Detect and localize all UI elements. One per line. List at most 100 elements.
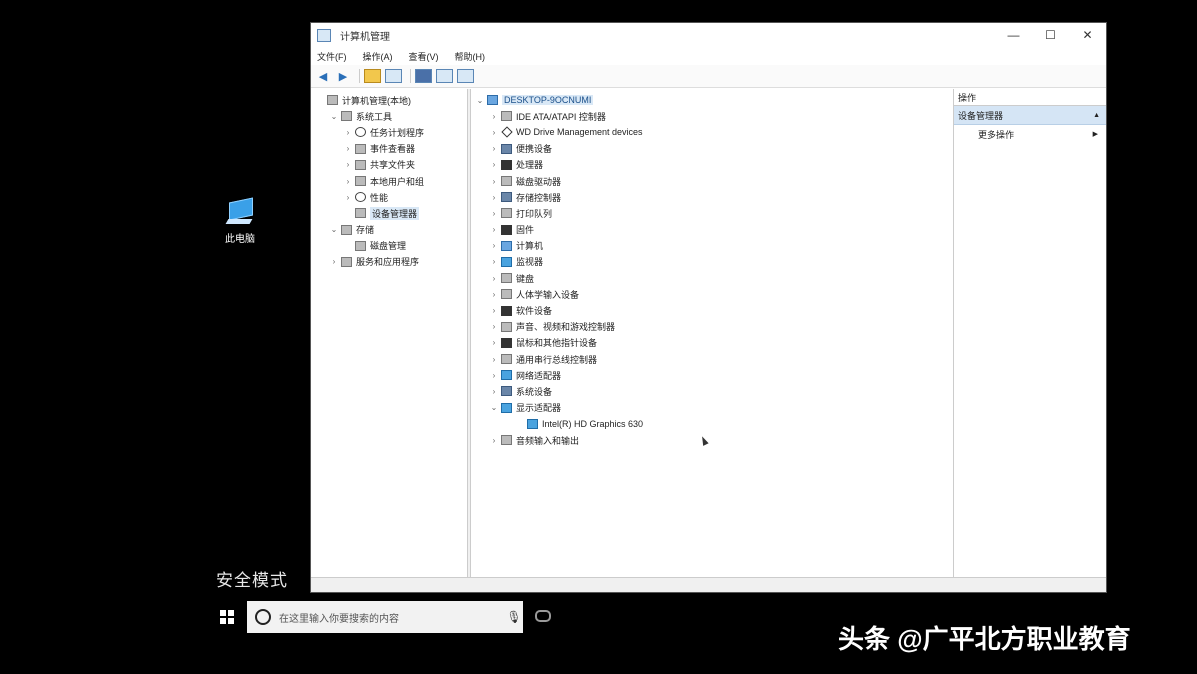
monitor-icon[interactable] xyxy=(457,69,474,83)
device-category[interactable]: › 通用串行总线控制器 xyxy=(471,351,953,367)
chevron-right-icon[interactable]: › xyxy=(489,387,499,396)
up-folder-icon[interactable] xyxy=(364,69,381,83)
chevron-right-icon[interactable]: › xyxy=(343,177,353,186)
chevron-right-icon[interactable]: › xyxy=(489,128,499,137)
task-view-icon[interactable] xyxy=(535,610,551,622)
menu-item[interactable]: 帮助(H) xyxy=(455,50,486,63)
chevron-right-icon[interactable]: › xyxy=(329,257,339,266)
device-root[interactable]: ⌄ DESKTOP-9OCNUMI xyxy=(471,92,953,108)
forward-arrow-icon[interactable]: ▶ xyxy=(335,69,351,83)
actions-section[interactable]: 设备管理器 ▲ xyxy=(954,106,1106,125)
console-tree-label: 性能 xyxy=(370,192,389,203)
chevron-right-icon[interactable]: › xyxy=(343,193,353,202)
chevron-right-icon[interactable]: › xyxy=(489,112,499,121)
chevron-right-icon[interactable]: › xyxy=(489,371,499,380)
device-category[interactable]: ⌄ 显示适配器 xyxy=(471,400,953,416)
chevron-right-icon[interactable]: › xyxy=(489,290,499,299)
properties-icon[interactable] xyxy=(436,69,453,83)
device-category[interactable]: › WD Drive Management devices xyxy=(471,124,953,140)
help-icon[interactable] xyxy=(415,69,432,83)
console-tree-label: 磁盘管理 xyxy=(370,241,407,252)
device-category[interactable]: › 便携设备 xyxy=(471,141,953,157)
chevron-down-icon[interactable]: ⌄ xyxy=(489,403,499,412)
collapse-caret-icon[interactable]: ▲ xyxy=(1093,112,1100,119)
device-category[interactable]: › 系统设备 xyxy=(471,383,953,399)
console-tree-item[interactable]: › 任务计划程序 xyxy=(311,124,467,140)
minimize-button[interactable]: — xyxy=(995,23,1032,47)
microphone-icon[interactable]: 🎙 xyxy=(505,610,523,624)
device-category[interactable]: › 人体学输入设备 xyxy=(471,286,953,302)
chevron-right-icon[interactable]: › xyxy=(343,144,353,153)
device-category[interactable]: › 软件设备 xyxy=(471,302,953,318)
chevron-right-icon[interactable]: › xyxy=(489,355,499,364)
chevron-right-icon[interactable]: › xyxy=(489,306,499,315)
device-category[interactable]: › 音频输入和输出 xyxy=(471,432,953,448)
console-tree-item[interactable]: › 服务和应用程序 xyxy=(311,254,467,270)
taskbar-search-box[interactable]: 在这里输入你要搜索的内容 🎙 xyxy=(247,601,523,633)
chevron-right-icon[interactable]: › xyxy=(489,436,499,445)
show-hide-tree-icon[interactable] xyxy=(385,69,402,83)
menu-item[interactable]: 查看(V) xyxy=(409,50,439,63)
chevron-right-icon[interactable]: › xyxy=(489,241,499,250)
device-category[interactable]: › 鼠标和其他指针设备 xyxy=(471,335,953,351)
this-pc-desktop-icon[interactable]: 此电脑 xyxy=(220,197,260,245)
device-category[interactable]: › IDE ATA/ATAPI 控制器 xyxy=(471,108,953,124)
chevron-down-icon[interactable]: ⌄ xyxy=(329,225,339,234)
console-tree-item[interactable]: › 性能 xyxy=(311,189,467,205)
device-category[interactable]: › 存储控制器 xyxy=(471,189,953,205)
chevron-down-icon[interactable]: ⌄ xyxy=(329,112,339,121)
device-category[interactable]: › 处理器 xyxy=(471,157,953,173)
device-tree: ⌄ DESKTOP-9OCNUMI › IDE ATA/ATAPI 控制器 › WD … xyxy=(471,89,954,578)
device-category[interactable]: › 固件 xyxy=(471,222,953,238)
device-label: 音频输入和输出 xyxy=(516,435,580,446)
console-tree-item[interactable]: 磁盘管理 xyxy=(311,238,467,254)
chevron-right-icon[interactable]: › xyxy=(489,274,499,283)
tree-node-icon xyxy=(355,192,366,203)
maximize-button[interactable]: ☐ xyxy=(1032,23,1069,47)
chevron-right-icon[interactable]: › xyxy=(489,257,499,266)
more-actions[interactable]: 更多操作 ▶ xyxy=(954,125,1106,143)
console-tree-item[interactable]: ⌄ 系统工具 xyxy=(311,108,467,124)
menu-item[interactable]: 文件(F) xyxy=(317,50,347,63)
chevron-right-icon[interactable]: › xyxy=(489,177,499,186)
title-bar[interactable]: 计算机管理 — ☐ ✕ xyxy=(311,23,1106,47)
device-icon xyxy=(501,354,512,365)
windows-start-icon[interactable] xyxy=(220,610,234,624)
device-category[interactable]: › 网络适配器 xyxy=(471,367,953,383)
device-icon xyxy=(501,321,512,332)
device-icon xyxy=(501,386,512,397)
chevron-right-icon[interactable]: › xyxy=(489,209,499,218)
device-category[interactable]: › 键盘 xyxy=(471,270,953,286)
console-tree-item[interactable]: 设备管理器 xyxy=(311,205,467,221)
chevron-right-icon[interactable]: › xyxy=(343,128,353,137)
console-tree-item[interactable]: › 共享文件夹 xyxy=(311,157,467,173)
device-category[interactable]: › 声音、视频和游戏控制器 xyxy=(471,319,953,335)
console-tree-item[interactable]: › 事件查看器 xyxy=(311,141,467,157)
console-tree-item[interactable]: ⌄ 存储 xyxy=(311,222,467,238)
console-tree-item[interactable]: › 本地用户和组 xyxy=(311,173,467,189)
chevron-right-icon[interactable]: › xyxy=(489,193,499,202)
chevron-right-icon[interactable]: › xyxy=(343,160,353,169)
device-category[interactable]: › 监视器 xyxy=(471,254,953,270)
device-label: 磁盘驱动器 xyxy=(516,176,562,187)
console-tree-item[interactable]: 计算机管理(本地) xyxy=(311,92,467,108)
device-category[interactable]: › 磁盘驱动器 xyxy=(471,173,953,189)
device-item[interactable]: Intel(R) HD Graphics 630 xyxy=(471,416,953,432)
search-placeholder: 在这里输入你要搜索的内容 xyxy=(279,613,399,625)
chevron-right-icon[interactable]: › xyxy=(489,225,499,234)
menu-item[interactable]: 操作(A) xyxy=(363,50,393,63)
back-arrow-icon[interactable]: ◀ xyxy=(315,69,331,83)
chevron-down-icon[interactable]: ⌄ xyxy=(475,96,485,105)
device-icon xyxy=(501,289,512,300)
chevron-right-icon[interactable]: › xyxy=(489,322,499,331)
device-category[interactable]: › 计算机 xyxy=(471,238,953,254)
computer-management-window: 计算机管理 — ☐ ✕ 文件(F) 操作(A) 查看(V) 帮助(H) ◀ ▶ 计算机… xyxy=(310,22,1107,593)
watermark-text: 头条 @广平北方职业教育 xyxy=(838,624,1131,654)
chevron-right-icon[interactable]: › xyxy=(489,144,499,153)
close-button[interactable]: ✕ xyxy=(1069,23,1106,47)
chevron-right-icon[interactable]: › xyxy=(489,338,499,347)
device-icon xyxy=(501,256,512,267)
window-title: 计算机管理 xyxy=(340,31,390,43)
chevron-right-icon[interactable]: › xyxy=(489,160,499,169)
device-category[interactable]: › 打印队列 xyxy=(471,205,953,221)
